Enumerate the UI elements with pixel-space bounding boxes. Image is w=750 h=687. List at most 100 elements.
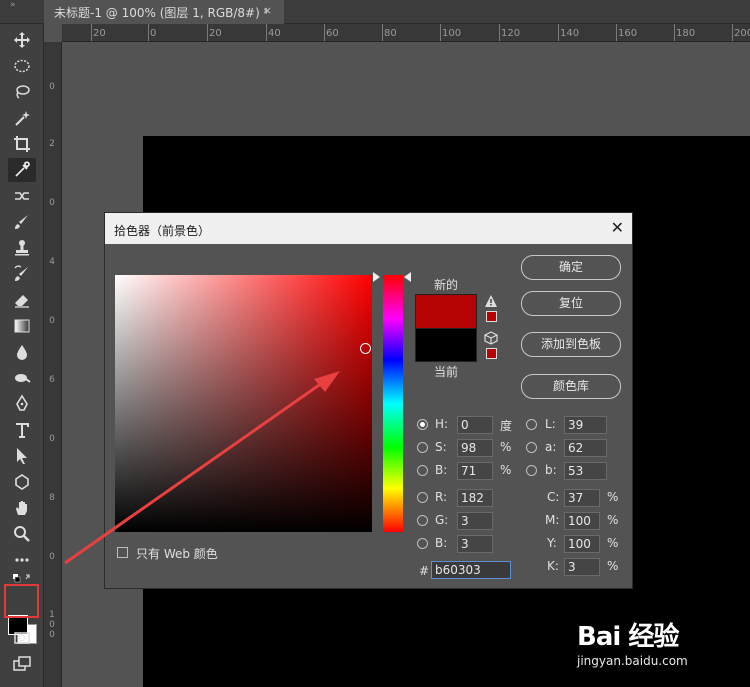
color-selection-marker[interactable] (360, 343, 371, 354)
black-field[interactable]: 3 (564, 558, 600, 576)
web-colors-only-checkbox[interactable] (117, 547, 128, 558)
path-selection-tool-icon[interactable] (8, 444, 36, 468)
add-to-swatches-button[interactable]: 添加到色板 (521, 332, 621, 357)
web-colors-only-label: 只有 Web 颜色 (136, 547, 218, 561)
top-ruler-label: 40 (268, 28, 281, 39)
close-icon[interactable]: ✕ (611, 218, 624, 237)
red-field[interactable]: 182 (457, 489, 493, 507)
history-brush-tool-icon[interactable] (8, 262, 36, 286)
hue-slider[interactable] (383, 275, 403, 532)
healing-brush-tool-icon[interactable] (8, 184, 36, 208)
left-ruler-label: 2 (49, 139, 55, 149)
color-libraries-button[interactable]: 颜色库 (521, 374, 621, 399)
cyan-field[interactable]: 37 (564, 489, 600, 507)
move-tool-icon[interactable] (8, 28, 36, 52)
lab-b-field[interactable]: 53 (564, 462, 607, 480)
red-radio[interactable] (417, 492, 428, 503)
top-ruler-tick (148, 24, 149, 41)
top-ruler-label: 180 (676, 28, 696, 39)
brightness-label: B: (435, 463, 448, 477)
lab-l-radio[interactable] (526, 419, 537, 430)
watermark-logo: Bai 经验 (577, 622, 679, 652)
left-ruler-label: 100 (49, 610, 55, 640)
left-ruler-label: 8 (49, 493, 55, 503)
eyedropper-tool-icon[interactable] (8, 158, 36, 182)
green-radio[interactable] (417, 515, 428, 526)
hand-tool-icon[interactable] (8, 496, 36, 520)
gamut-color-swatch[interactable] (486, 311, 497, 322)
blue-field[interactable]: 3 (457, 535, 493, 553)
dodge-tool-icon[interactable] (8, 366, 36, 390)
saturation-field[interactable]: 98 (457, 439, 493, 457)
document-tab[interactable]: 未标题-1 @ 100% (图层 1, RGB/8#) * × (44, 0, 284, 24)
hue-field[interactable]: 0 (457, 416, 493, 434)
left-ruler-label: 4 (49, 257, 55, 267)
lasso-tool-icon[interactable] (8, 80, 36, 104)
lab-l-field[interactable]: 39 (564, 416, 607, 434)
screen-mode-icon[interactable] (8, 652, 36, 676)
lab-a-label: a: (545, 440, 557, 454)
left-ruler-label: 0 (49, 198, 55, 208)
hex-field[interactable]: b60303 (431, 561, 511, 579)
out-of-gamut-warning-icon[interactable] (484, 294, 498, 308)
shape-tool-icon[interactable] (8, 470, 36, 494)
lab-b-label: b: (545, 463, 557, 477)
top-ruler-label: 200 (734, 28, 750, 39)
lab-b-radio[interactable] (526, 465, 537, 476)
reset-button[interactable]: 复位 (521, 291, 621, 316)
lab-a-field[interactable]: 62 (564, 439, 607, 457)
saturation-radio[interactable] (417, 442, 428, 453)
top-ruler-tick (616, 24, 617, 41)
clone-stamp-tool-icon[interactable] (8, 236, 36, 260)
magenta-field[interactable]: 100 (564, 512, 600, 530)
dialog-title: 拾色器（前景色） (114, 224, 211, 238)
blue-radio[interactable] (417, 538, 428, 549)
brightness-radio[interactable] (417, 465, 428, 476)
top-ruler-tick (732, 24, 733, 41)
magenta-unit: % (607, 513, 619, 527)
yellow-unit: % (607, 536, 619, 550)
black-label: K: (547, 559, 559, 573)
highlight-box-annotation (4, 584, 39, 618)
brush-tool-icon[interactable] (8, 210, 36, 234)
pen-tool-icon[interactable] (8, 392, 36, 416)
top-ruler: 20020406080100120140160180200 (62, 24, 750, 42)
top-ruler-tick (674, 24, 675, 41)
web-safe-cube-icon[interactable] (484, 331, 498, 345)
top-ruler-label: 20 (209, 28, 222, 39)
marquee-tool-icon[interactable] (8, 54, 36, 78)
hue-slider-right-handle[interactable] (404, 272, 411, 282)
current-color-label: 当前 (433, 365, 458, 379)
brightness-field[interactable]: 71 (457, 462, 493, 480)
magic-wand-tool-icon[interactable] (8, 106, 36, 130)
quick-mask-icon[interactable] (8, 626, 36, 650)
baidu-jingyan-watermark: Bai 经验 jingyan.baidu.com (577, 612, 747, 682)
yellow-field[interactable]: 100 (564, 535, 600, 553)
left-ruler-label: 0 (49, 82, 55, 92)
type-tool-icon[interactable] (8, 418, 36, 442)
zoom-tool-icon[interactable] (8, 522, 36, 546)
web-safe-color-swatch[interactable] (486, 348, 497, 359)
top-ruler-label: 140 (560, 28, 580, 39)
ok-button[interactable]: 确定 (521, 255, 621, 280)
top-ruler-label: 80 (384, 28, 397, 39)
lab-a-radio[interactable] (526, 442, 537, 453)
green-field[interactable]: 3 (457, 512, 493, 530)
color-picker-dialog: 拾色器（前景色） ✕ 新的 当前 确定 复位 添加到色板 颜色库 H: 0 度 … (104, 212, 633, 589)
hue-label: H: (435, 417, 449, 431)
close-tab-icon[interactable]: × (263, 4, 272, 17)
saturation-label: S: (435, 440, 447, 454)
eraser-tool-icon[interactable] (8, 288, 36, 312)
gradient-tool-icon[interactable] (8, 314, 36, 338)
top-ruler-label: 60 (326, 28, 339, 39)
hue-radio[interactable] (417, 419, 428, 430)
saturation-unit: % (500, 440, 512, 454)
collapse-panels-icon[interactable]: » (10, 0, 16, 10)
top-ruler-tick (440, 24, 441, 41)
current-color-swatch[interactable] (415, 328, 477, 362)
saturation-brightness-field[interactable] (115, 275, 372, 532)
hue-slider-left-handle[interactable] (373, 272, 380, 282)
top-ruler-tick (324, 24, 325, 41)
crop-tool-icon[interactable] (8, 132, 36, 156)
blur-tool-icon[interactable] (8, 340, 36, 364)
